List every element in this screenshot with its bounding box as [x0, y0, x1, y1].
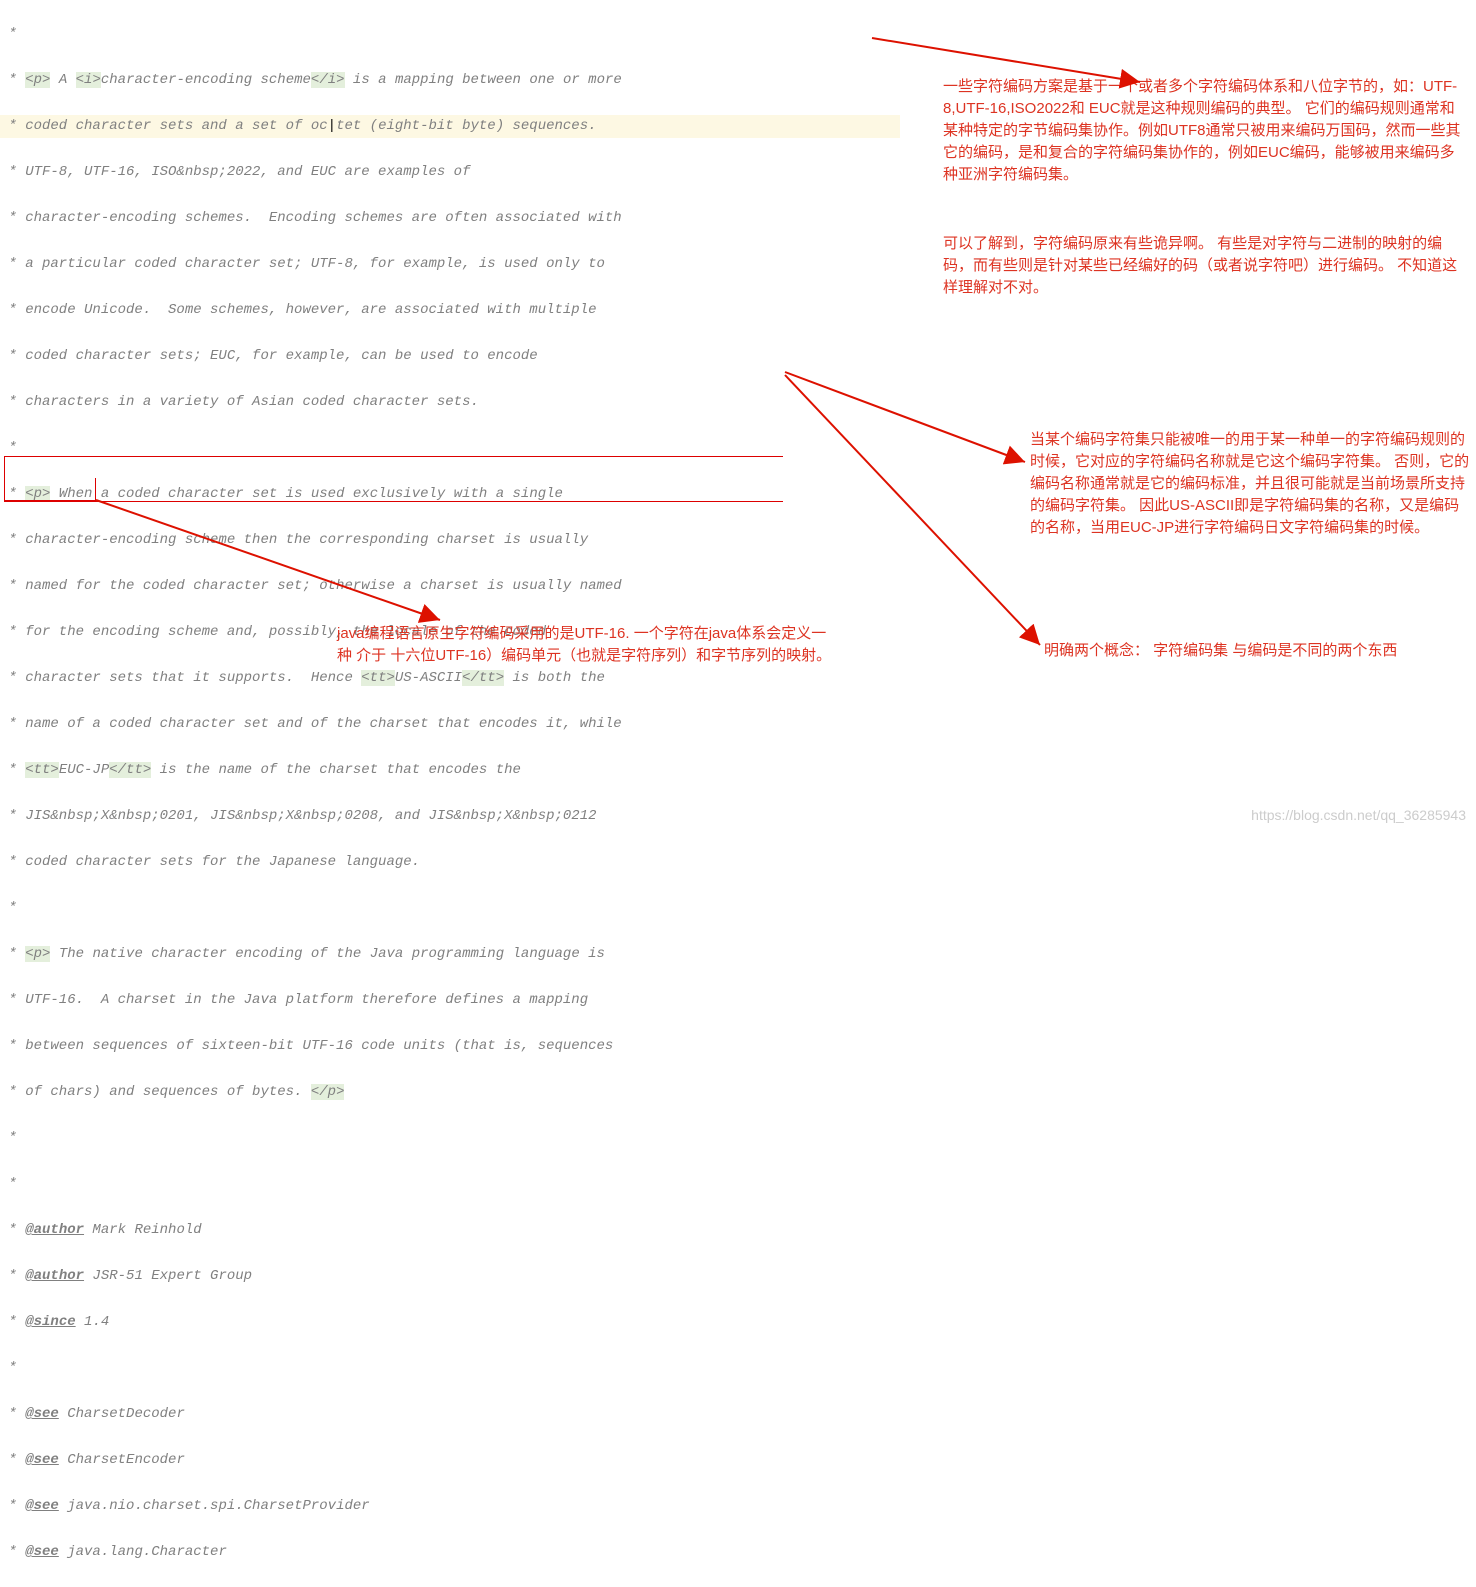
- code-line: * a particular coded character set; UTF-…: [0, 253, 900, 276]
- code-line: * coded character sets; EUC, for example…: [0, 345, 900, 368]
- code-line: * JIS&nbsp;X&nbsp;0201, JIS&nbsp;X&nbsp;…: [0, 805, 900, 828]
- code-line: *: [0, 1357, 900, 1380]
- code-line: * character-encoding scheme then the cor…: [0, 529, 900, 552]
- html-tag-tt: <tt>: [25, 762, 59, 778]
- code-line-active[interactable]: * coded character sets and a set of oc|t…: [0, 115, 900, 138]
- javadoc-tag-see: @see: [25, 1544, 59, 1560]
- highlight-box: [4, 478, 96, 501]
- code-line: * name of a coded character set and of t…: [0, 713, 900, 736]
- annotation-4: 明确两个概念： 字符编码集 与编码是不同的两个东西: [1044, 640, 1464, 662]
- html-tag-tt-close: </tt>: [109, 762, 151, 778]
- code-line: *: [0, 1127, 900, 1150]
- code-line: *: [0, 897, 900, 920]
- code-line: * <p> The native character encoding of t…: [0, 943, 900, 966]
- code-line: * character-encoding schemes. Encoding s…: [0, 207, 900, 230]
- annotation-5: java编程语言原生字符编码采用的是UTF-16. 一个字符在java体系会定义…: [337, 623, 837, 667]
- code-line: * @author JSR-51 Expert Group: [0, 1265, 900, 1288]
- javadoc-tag-author: @author: [25, 1268, 84, 1284]
- watermark: https://blog.csdn.net/qq_36285943: [1251, 807, 1466, 823]
- javadoc-tag-since: @since: [25, 1314, 75, 1330]
- text-cursor: |: [328, 118, 336, 134]
- code-line: * coded character sets for the Japanese …: [0, 851, 900, 874]
- javadoc-tag-see: @see: [25, 1498, 59, 1514]
- javadoc-tag-see: @see: [25, 1406, 59, 1422]
- code-line: * UTF-8, UTF-16, ISO&nbsp;2022, and EUC …: [0, 161, 900, 184]
- code-line: *: [0, 23, 900, 46]
- code-line: * <p> A <i>character-encoding scheme</i>…: [0, 69, 900, 92]
- code-line: * @see CharsetDecoder: [0, 1403, 900, 1426]
- html-tag-i: <i>: [76, 72, 101, 88]
- highlight-box: [4, 456, 783, 502]
- annotation-2: 可以了解到，字符编码原来有些诡异啊。 有些是对字符与二进制的映射的编码，而有些则…: [943, 233, 1468, 299]
- code-line: * between sequences of sixteen-bit UTF-1…: [0, 1035, 900, 1058]
- html-tag-tt: <tt>: [361, 670, 395, 686]
- code-line: * encode Unicode. Some schemes, however,…: [0, 299, 900, 322]
- code-line: * of chars) and sequences of bytes. </p>: [0, 1081, 900, 1104]
- html-tag-i-close: </i>: [311, 72, 345, 88]
- html-tag-p: <p>: [25, 72, 50, 88]
- annotation-1: 一些字符编码方案是基于一个或者多个字符编码体系和八位字节的，如：UTF-8,UT…: [943, 76, 1468, 186]
- code-line: * characters in a variety of Asian coded…: [0, 391, 900, 414]
- code-line: * <tt>EUC-JP</tt> is the name of the cha…: [0, 759, 900, 782]
- html-tag-tt-close: </tt>: [462, 670, 504, 686]
- javadoc-comment: * * <p> A <i>character-encoding scheme</…: [0, 0, 900, 1587]
- code-line: * UTF-16. A charset in the Java platform…: [0, 989, 900, 1012]
- code-line: * @see java.lang.Character: [0, 1541, 900, 1564]
- code-line: *: [0, 1173, 900, 1196]
- javadoc-tag-author: @author: [25, 1222, 84, 1238]
- code-line: * named for the coded character set; oth…: [0, 575, 900, 598]
- html-tag-p: <p>: [25, 946, 50, 962]
- html-tag-p-close: </p>: [311, 1084, 345, 1100]
- code-line: * @author Mark Reinhold: [0, 1219, 900, 1242]
- code-line: * character sets that it supports. Hence…: [0, 667, 900, 690]
- code-line: * @since 1.4: [0, 1311, 900, 1334]
- javadoc-tag-see: @see: [25, 1452, 59, 1468]
- code-line: * @see CharsetEncoder: [0, 1449, 900, 1472]
- code-line: * @see java.nio.charset.spi.CharsetProvi…: [0, 1495, 900, 1518]
- annotation-3: 当某个编码字符集只能被唯一的用于某一种单一的字符编码规则的时候，它对应的字符编码…: [1030, 429, 1470, 539]
